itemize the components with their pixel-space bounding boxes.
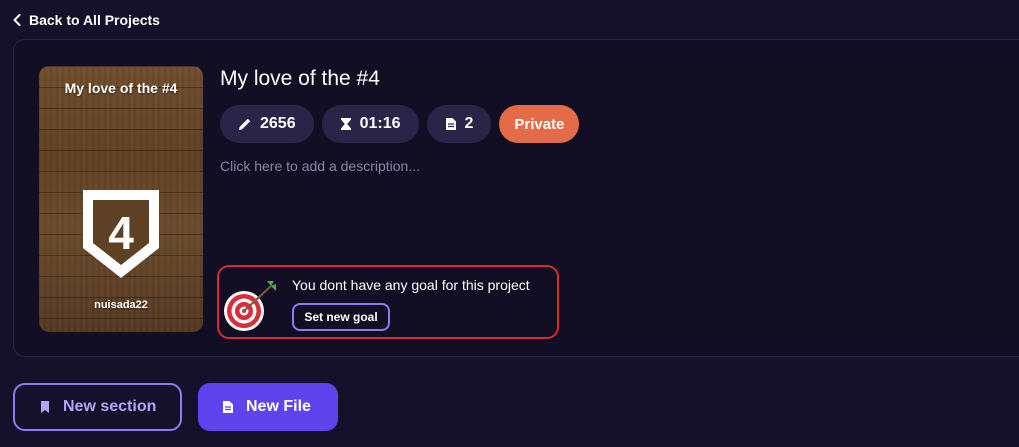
number-badge-icon: 4	[83, 190, 159, 278]
bookmark-icon	[41, 401, 49, 413]
word-count-pill: 2656	[220, 105, 314, 143]
time-value: 01:16	[359, 115, 401, 132]
new-file-label: New File	[246, 398, 311, 415]
project-stats: 2656 01:16 2 Private	[220, 105, 580, 143]
cover-badge-number: 4	[108, 207, 134, 259]
goal-message: You dont have any goal for this project	[292, 277, 530, 293]
time-pill: 01:16	[321, 105, 419, 143]
set-new-goal-button[interactable]: Set new goal	[292, 303, 390, 331]
description-placeholder[interactable]: Click here to add a description...	[220, 158, 420, 174]
new-section-label: New section	[63, 398, 157, 415]
visibility-badge[interactable]: Private	[499, 105, 580, 143]
project-title[interactable]: My love of the #4	[220, 67, 380, 91]
chevron-left-icon	[13, 14, 21, 26]
back-link-label: Back to All Projects	[29, 12, 160, 28]
project-card: My love of the #4 4 nuisada22 My love of…	[13, 39, 1019, 357]
goal-panel: You dont have any goal for this project …	[217, 265, 559, 339]
new-section-button[interactable]: New section	[13, 383, 182, 431]
file-icon	[223, 401, 233, 413]
cover-author: nuisada22	[94, 299, 148, 311]
document-icon	[445, 118, 456, 130]
new-file-button[interactable]: New File	[198, 383, 338, 431]
pencil-icon	[239, 118, 251, 130]
file-count-pill: 2	[426, 105, 492, 143]
back-to-projects-link[interactable]: Back to All Projects	[13, 12, 160, 28]
target-arrow-icon	[224, 281, 276, 331]
visibility-label: Private	[514, 115, 565, 133]
project-cover[interactable]: My love of the #4 4 nuisada22	[39, 66, 203, 332]
file-count-value: 2	[464, 115, 474, 132]
cover-title: My love of the #4	[64, 80, 178, 96]
hourglass-icon	[340, 118, 351, 130]
word-count-value: 2656	[260, 115, 296, 132]
